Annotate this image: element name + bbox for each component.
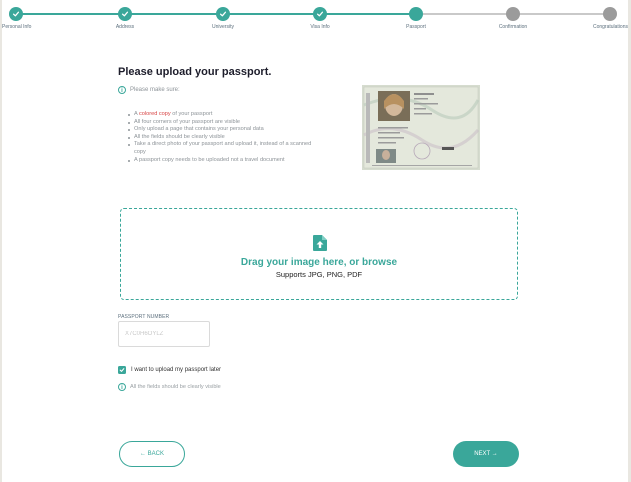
step-passport-dot[interactable] [409, 7, 423, 21]
upload-later-checkbox[interactable] [118, 366, 126, 374]
check-icon [219, 11, 227, 17]
page: Personal Info Address University Visa In… [2, 0, 628, 482]
check-icon [316, 11, 324, 17]
make-sure-info: i Please make sure: [118, 86, 180, 94]
step-label-confirmation: Confirmation [498, 24, 528, 30]
info-icon: i [118, 86, 126, 94]
visibility-hint-text: All the fields should be clearly visible [130, 384, 221, 390]
requirement-item: A colored copy of your passport [128, 111, 318, 119]
step-visa-info-dot[interactable] [313, 7, 327, 21]
upload-later-label[interactable]: I want to upload my passport later [131, 367, 221, 373]
next-button[interactable]: NEXT → [453, 441, 519, 467]
step-label-university: University [212, 24, 234, 30]
progress-stepper: Personal Info Address University Visa In… [2, 0, 628, 40]
make-sure-text: Please make sure: [130, 87, 180, 93]
step-label-address: Address [115, 24, 135, 30]
passport-number-label: PASSPORT NUMBER [118, 314, 170, 320]
step-confirmation-dot[interactable] [506, 7, 520, 21]
page-title: Please upload your passport. [118, 66, 272, 78]
requirement-item: All the fields should be clearly visible [128, 134, 318, 142]
requirement-item: All four corners of your passport are vi… [128, 119, 318, 127]
step-personal-info-dot[interactable] [9, 7, 23, 21]
step-label-personal-info: Personal Info [2, 24, 32, 30]
requirement-item: A passport copy needs to be uploaded not… [128, 157, 318, 165]
passport-sample-image [362, 85, 480, 170]
passport-number-input[interactable] [118, 321, 210, 347]
step-label-visa-info: Visa Info [310, 24, 330, 30]
file-upload-icon [313, 235, 327, 251]
back-button[interactable]: ← BACK [119, 441, 185, 467]
step-congratulations-dot[interactable] [603, 7, 617, 21]
step-address-dot[interactable] [118, 7, 132, 21]
visibility-hint: i All the fields should be clearly visib… [118, 383, 221, 391]
requirement-item: Only upload a page that contains your pe… [128, 126, 318, 134]
step-label-passport: Passport [406, 24, 426, 30]
check-icon [121, 11, 129, 17]
colored-copy-highlight: colored copy [138, 111, 171, 117]
step-label-congratulations: Congratulations [592, 24, 628, 30]
upload-dropzone[interactable]: Drag your image here, or browse Supports… [120, 208, 518, 300]
info-icon: i [118, 383, 126, 391]
drag-drop-text[interactable]: Drag your image here, or browse [121, 257, 517, 268]
check-icon [12, 11, 20, 17]
checkmark-icon [119, 368, 125, 372]
step-university-dot[interactable] [216, 7, 230, 21]
upload-later-option[interactable]: I want to upload my passport later [118, 366, 221, 374]
supported-formats-text: Supports JPG, PNG, PDF [275, 270, 363, 279]
requirements-list: A colored copy of your passport All four… [128, 111, 318, 164]
requirement-item: Take a direct photo of your passport and… [128, 141, 318, 156]
